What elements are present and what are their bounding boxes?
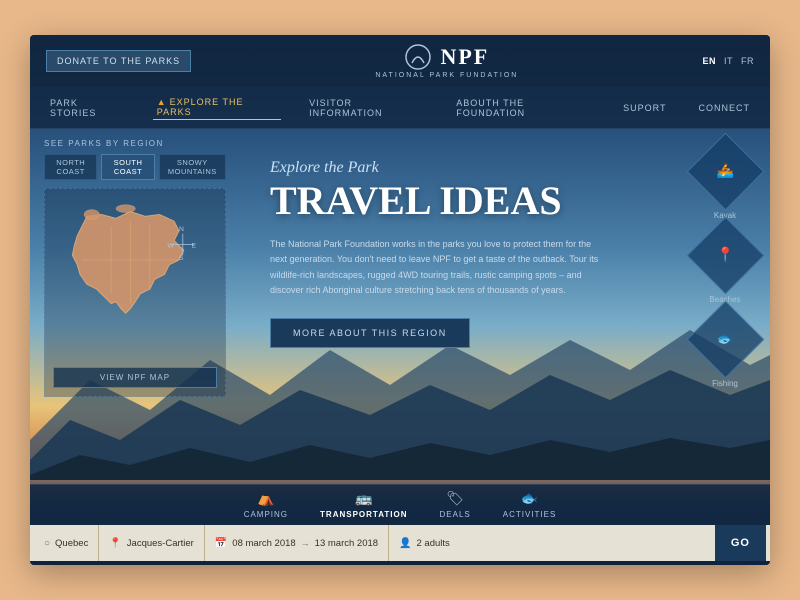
nav-park-stories[interactable]: PARK STORIES — [46, 96, 129, 120]
nav-explore-parks[interactable]: ▲EXPLORE THE PARKS — [153, 95, 281, 120]
svg-text:E: E — [192, 242, 197, 249]
date-arrow-icon: → — [301, 538, 310, 548]
region-tabs: NORTH COAST SOUTH COAST SNOWY MOUNTAINS — [44, 154, 226, 180]
to-field[interactable]: 📍 Jacques-Cartier — [99, 525, 205, 561]
location-icon: ○ — [44, 538, 50, 549]
activity-kayak[interactable]: 🚣 — [686, 133, 764, 211]
main-nav: PARK STORIES ▲EXPLORE THE PARKS VISITOR … — [30, 87, 770, 129]
header-center: NPF NATIONAL PARK FUNDATION — [375, 43, 518, 79]
bottom-tabs: ⛺ CAMPING 🚌 TRANSPORTATION 🏷 DEALS 🐟 ACT… — [30, 484, 770, 525]
canada-map: N S E W — [53, 197, 208, 352]
map-container: N S E W VIEW NPF MAP — [44, 188, 226, 397]
lang-en-button[interactable]: EN — [702, 56, 716, 66]
calendar-icon: 📅 — [215, 538, 227, 549]
svg-text:N: N — [179, 226, 184, 233]
logo-subtitle: NATIONAL PARK FUNDATION — [375, 72, 518, 79]
transportation-label: TRANSPORTATION — [320, 510, 407, 519]
camping-label: CAMPING — [244, 510, 288, 519]
hero-panel: Explore the Park TRAVEL IDEAS The Nation… — [240, 129, 680, 484]
hero-subtitle: Explore the Park — [270, 159, 660, 177]
tab-north-coast[interactable]: NORTH COAST — [44, 154, 97, 180]
date-field[interactable]: 📅 08 march 2018 → 13 march 2018 — [205, 525, 389, 561]
kayak-icon: 🚣 — [716, 163, 733, 180]
header-left: DONATE TO THE PARKS — [46, 50, 191, 72]
nav-indicator-icon: ▲ — [157, 97, 167, 107]
view-map-button[interactable]: VIEW NPF MAP — [53, 367, 217, 388]
camping-icon: ⛺ — [257, 491, 274, 508]
fishing-label: Fishing — [712, 379, 738, 388]
tab-south-coast[interactable]: SOUTH COAST — [101, 154, 154, 180]
donate-button[interactable]: DONATE TO THE PARKS — [46, 50, 191, 72]
deals-label: DEALS — [440, 510, 471, 519]
nav-visitor-info[interactable]: VISITOR INFORMATION — [305, 96, 428, 120]
fishing-icon: 🐟 — [716, 331, 733, 348]
tab-transportation[interactable]: 🚌 TRANSPORTATION — [320, 491, 407, 519]
main-content: SEE PARKS BY REGION NORTH COAST SOUTH CO… — [30, 129, 770, 484]
transportation-icon: 🚌 — [355, 491, 372, 508]
tab-activities[interactable]: 🐟 ACTIVITIES — [503, 491, 557, 519]
activity-beaches[interactable]: 📍 — [686, 217, 764, 295]
from-value: Quebec — [55, 538, 88, 549]
svg-text:S: S — [179, 255, 184, 262]
to-value: Jacques-Cartier — [127, 538, 194, 549]
search-bar: ○ Quebec 📍 Jacques-Cartier 📅 08 march 20… — [30, 525, 770, 561]
hero-title: TRAVEL IDEAS — [270, 181, 660, 221]
more-region-button[interactable]: MORE ABOUT THIS REGION — [270, 318, 470, 348]
svg-text:W: W — [167, 242, 174, 249]
lang-fr-button[interactable]: FR — [741, 56, 754, 66]
save-notice: ▶ Save up to 20% on selected campsites — [30, 561, 770, 565]
nav-about[interactable]: ABOUTH THE FOUNDATION — [452, 96, 595, 120]
date-to-value: 13 march 2018 — [315, 538, 378, 549]
activities-panel: 🚣 Kayak 📍 Beaches 🐟 Fishing — [680, 129, 770, 484]
region-label: SEE PARKS BY REGION — [44, 139, 226, 148]
hero-description: The National Park Foundation works in th… — [270, 237, 610, 298]
header: DONATE TO THE PARKS NPF NATIONAL PARK FU… — [30, 35, 770, 87]
tab-camping[interactable]: ⛺ CAMPING — [244, 491, 288, 519]
logo-icon — [404, 43, 432, 71]
guests-field[interactable]: 👤 2 adults — [389, 525, 460, 561]
map-panel: SEE PARKS BY REGION NORTH COAST SOUTH CO… — [30, 129, 240, 484]
header-right: EN IT FR — [702, 56, 754, 66]
pin-icon: 📍 — [109, 538, 121, 549]
nav-support[interactable]: SUPORT — [619, 101, 670, 115]
page-wrapper: DONATE TO THE PARKS NPF NATIONAL PARK FU… — [30, 35, 770, 565]
deals-icon: 🏷 — [446, 491, 464, 508]
nav-connect[interactable]: CONNECT — [695, 101, 755, 115]
activities-icon: 🐟 — [521, 491, 538, 508]
guests-value: 2 adults — [417, 538, 450, 549]
activities-label: ACTIVITIES — [503, 510, 557, 519]
logo-text: NPF — [440, 44, 489, 70]
date-from-value: 08 march 2018 — [232, 538, 295, 549]
from-field[interactable]: ○ Quebec — [34, 525, 99, 561]
activity-fishing[interactable]: 🐟 — [686, 301, 764, 379]
logo-area: NPF — [404, 43, 489, 71]
guests-icon: 👤 — [399, 538, 411, 549]
beaches-icon: 📍 — [716, 247, 733, 264]
tab-snowy-mountains[interactable]: SNOWY MOUNTAINS — [159, 154, 226, 180]
search-go-button[interactable]: GO — [715, 525, 766, 561]
tab-deals[interactable]: 🏷 DEALS — [440, 491, 471, 519]
lang-it-button[interactable]: IT — [724, 56, 733, 66]
